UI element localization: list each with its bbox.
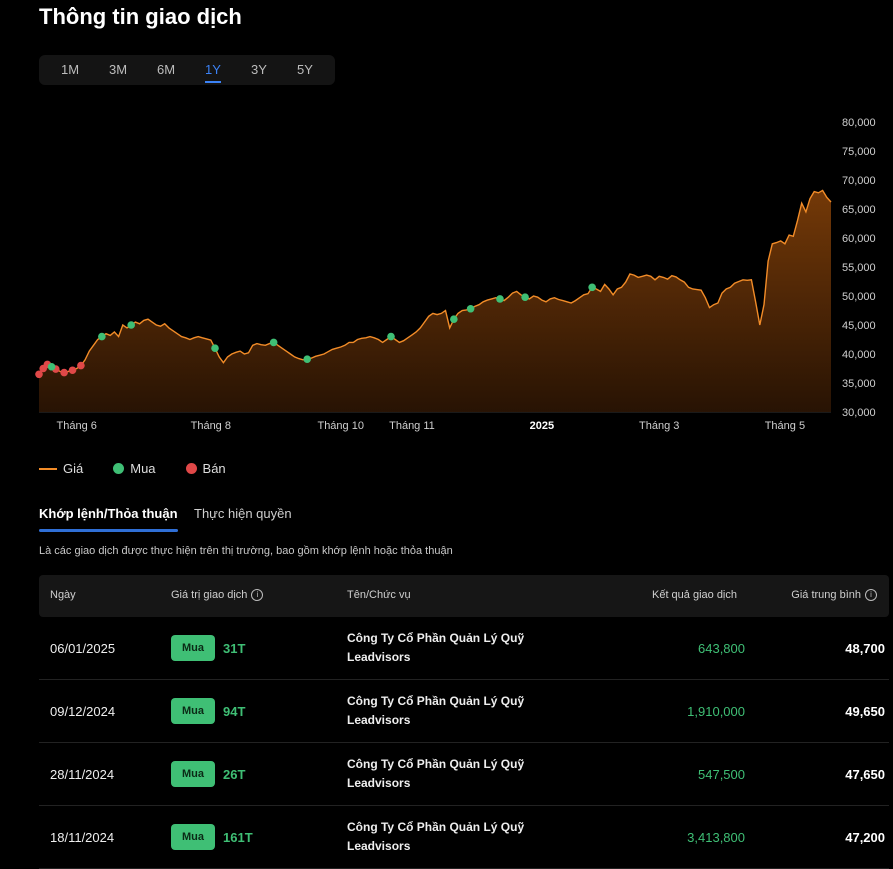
y-tick-label: 75,000 bbox=[842, 146, 876, 158]
y-tick-label: 60,000 bbox=[842, 233, 876, 245]
range-tab-1y[interactable]: 1Y bbox=[205, 62, 221, 83]
row-result: 547,500 bbox=[698, 767, 745, 782]
x-tick-label: Tháng 3 bbox=[639, 420, 679, 432]
transactions-table: Ngày Giá trị giao dịch i Tên/Chức vụ Kết … bbox=[39, 575, 889, 869]
buy-marker bbox=[450, 315, 458, 323]
row-avg: 47,650 bbox=[845, 767, 885, 782]
x-tick-label: Tháng 5 bbox=[765, 420, 805, 432]
side-badge: Mua bbox=[171, 824, 215, 850]
buy-marker bbox=[98, 332, 106, 341]
buy-marker bbox=[588, 283, 596, 292]
x-tick-label: Tháng 11 bbox=[389, 420, 435, 432]
row-value: 161T bbox=[223, 830, 253, 845]
sell-marker bbox=[60, 368, 68, 377]
buy-marker bbox=[496, 295, 504, 303]
buy-marker bbox=[47, 362, 56, 371]
buy-marker bbox=[127, 321, 135, 329]
row-result: 1,910,000 bbox=[687, 704, 745, 719]
legend-label-price: Giá bbox=[63, 461, 84, 476]
header-date: Ngày bbox=[50, 589, 76, 601]
legend-item-buy: Mua bbox=[113, 461, 156, 476]
y-tick-label: 35,000 bbox=[842, 378, 876, 390]
header-result: Kết quả giao dịch bbox=[652, 589, 737, 601]
header-avg-label: Giá trung bình bbox=[791, 589, 861, 601]
row-date: 09/12/2024 bbox=[50, 704, 116, 719]
sell-dot-icon bbox=[185, 463, 197, 474]
header-value-label: Giá trị giao dịch bbox=[171, 589, 248, 601]
header-result-label: Kết quả giao dịch bbox=[651, 589, 737, 601]
legend-item-sell: Bán bbox=[185, 461, 226, 476]
tab-rights-exercise[interactable]: Thực hiện quyền bbox=[194, 506, 292, 521]
range-tab-3y[interactable]: 3Y bbox=[251, 62, 267, 77]
page-title: Thông tin giao dịch bbox=[39, 4, 242, 29]
row-name: Công Ty Cổ Phần Quản Lý Quỹ Leadvisors bbox=[347, 757, 525, 790]
row-name: Công Ty Cổ Phần Quản Lý Quỹ Leadvisors bbox=[347, 694, 525, 727]
range-tab-1m[interactable]: 1M bbox=[61, 62, 79, 77]
y-tick-label: 30,000 bbox=[842, 407, 876, 419]
side-badge: Mua bbox=[171, 761, 215, 787]
sell-marker bbox=[68, 366, 77, 375]
buy-marker bbox=[269, 338, 278, 347]
y-tick-label: 65,000 bbox=[842, 204, 876, 216]
y-tick-label: 55,000 bbox=[842, 262, 876, 274]
buy-marker bbox=[387, 332, 395, 341]
row-avg: 49,650 bbox=[845, 704, 885, 719]
buy-dot-icon bbox=[113, 463, 125, 474]
buy-marker bbox=[521, 293, 529, 301]
legend-label-sell: Bán bbox=[202, 461, 226, 476]
header-avg: Giá trung bình i bbox=[791, 589, 877, 601]
buy-marker bbox=[211, 344, 219, 352]
row-name: Công Ty Cổ Phần Quản Lý Quỹ Leadvisors bbox=[347, 631, 525, 664]
range-tab-6m[interactable]: 6M bbox=[157, 62, 175, 77]
table-row[interactable]: 18/11/2024 Mua 161T Công Ty Cổ Phần Quản Lý… bbox=[39, 806, 889, 869]
row-date: 06/01/2025 bbox=[50, 641, 116, 656]
price-line-icon bbox=[39, 467, 57, 470]
side-badge: Mua bbox=[171, 698, 215, 724]
row-result: 3,413,800 bbox=[687, 830, 745, 845]
row-value: 94T bbox=[223, 704, 246, 719]
legend-label-buy: Mua bbox=[130, 461, 156, 476]
header-name: Tên/Chức vụ bbox=[347, 589, 411, 601]
side-badge: Mua bbox=[171, 635, 215, 661]
x-tick-label: Tháng 10 bbox=[317, 420, 363, 432]
x-tick-label: Tháng 6 bbox=[57, 420, 97, 432]
row-value: 26T bbox=[223, 767, 246, 782]
row-value: 31T bbox=[223, 641, 246, 656]
range-tab-3m[interactable]: 3M bbox=[109, 62, 127, 77]
y-tick-label: 50,000 bbox=[842, 291, 876, 303]
sell-marker bbox=[77, 361, 85, 370]
price-chart[interactable]: 30,000 35,000 40,000 45,000 50,000 55,000 60,0… bbox=[0, 110, 893, 440]
tab-matched-orders[interactable]: Khớp lệnh/Thỏa thuận bbox=[39, 506, 178, 532]
header-value: Giá trị giao dịch i bbox=[171, 589, 264, 601]
table-row[interactable]: 28/11/2024 Mua 26T Công Ty Cổ Phần Quản Lý … bbox=[39, 743, 889, 806]
chart-legend: Giá Mua Bán bbox=[39, 461, 256, 476]
row-date: 28/11/2024 bbox=[50, 767, 115, 782]
x-tick-label: 2025 bbox=[530, 420, 554, 432]
row-date: 18/11/2024 bbox=[50, 830, 115, 845]
x-tick-label: Tháng 8 bbox=[191, 420, 231, 432]
header-name-label: Tên/Chức vụ bbox=[347, 589, 411, 601]
y-tick-label: 45,000 bbox=[842, 320, 876, 332]
table-header: Ngày Giá trị giao dịch i Tên/Chức vụ Kết … bbox=[39, 575, 889, 617]
y-tick-label: 40,000 bbox=[842, 349, 876, 361]
legend-item-price: Giá bbox=[39, 461, 83, 476]
table-body: 06/01/2025 Mua 31T Công Ty Cổ Phần Quản Lý … bbox=[39, 617, 889, 869]
row-avg: 47,200 bbox=[845, 830, 885, 845]
buy-marker bbox=[466, 304, 475, 313]
row-avg: 48,700 bbox=[845, 641, 885, 656]
header-date-label: Ngày bbox=[50, 589, 76, 601]
row-result: 643,800 bbox=[698, 641, 745, 656]
row-name: Công Ty Cổ Phần Quản Lý Quỹ Leadvisors bbox=[347, 820, 525, 853]
y-tick-label: 70,000 bbox=[842, 175, 876, 187]
tab-description: Là các giao dịch được thực hiện trên thị… bbox=[39, 545, 453, 557]
info-icon[interactable]: i bbox=[865, 589, 877, 601]
table-row[interactable]: 06/01/2025 Mua 31T Công Ty Cổ Phần Quản Lý … bbox=[39, 617, 889, 680]
price-area bbox=[39, 190, 831, 412]
y-tick-label: 80,000 bbox=[842, 117, 876, 129]
range-tab-5y[interactable]: 5Y bbox=[297, 62, 313, 77]
table-row[interactable]: 09/12/2024 Mua 94T Công Ty Cổ Phần Quản Lý … bbox=[39, 680, 889, 743]
buy-marker bbox=[303, 355, 311, 364]
info-icon[interactable]: i bbox=[251, 589, 264, 601]
range-selector: 1M 3M 6M 1Y 3Y 5Y bbox=[39, 55, 335, 85]
